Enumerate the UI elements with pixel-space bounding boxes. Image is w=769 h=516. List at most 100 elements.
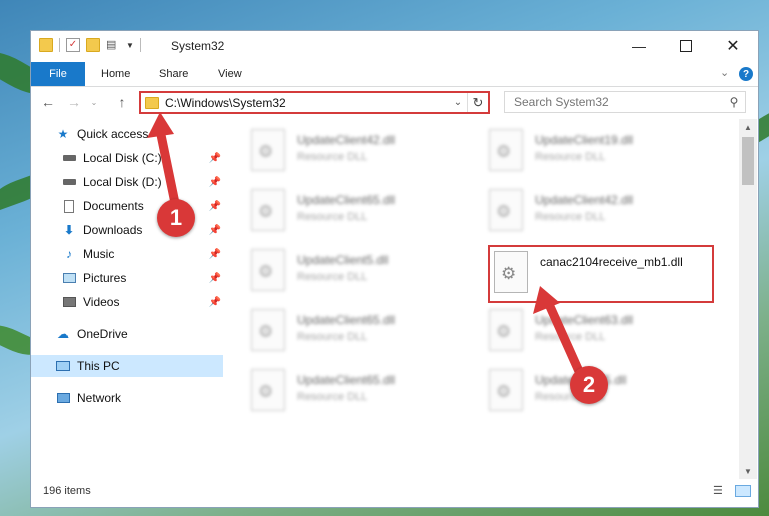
sidebar-item-music[interactable]: ♪ Music 📌 [31,243,223,265]
separator [139,38,141,52]
search-input[interactable] [512,94,723,110]
file-type: Resource DLL [297,391,368,403]
up-arrow-icon[interactable]: ↑ [113,93,131,111]
maximize-button[interactable] [663,31,709,61]
videos-icon [61,295,77,309]
recent-locations-chevron-icon[interactable]: ⌄ [85,93,103,111]
dll-file-icon [489,309,523,351]
sidebar-item-onedrive[interactable]: ☁ OneDrive [31,323,223,345]
sidebar-item-label: Pictures [83,271,127,285]
tab-file[interactable]: File [31,62,85,86]
refresh-icon[interactable]: ↻ [467,93,488,112]
title-bar: ✓ ▤ ▼ System32 — ✕ [31,31,758,62]
cloud-icon: ☁ [57,327,69,341]
download-icon: ⬇ [63,223,75,237]
back-arrow-icon[interactable]: ← [39,93,57,111]
dll-file-icon [251,249,285,291]
dll-file-icon [251,369,285,411]
file-name: UpdateClient19.dll [535,133,634,147]
sidebar-item-label: Documents [83,199,144,213]
window-title: System32 [171,39,225,53]
file-name: UpdateClient63.dll [535,313,634,327]
address-path[interactable]: C:\Windows\System32 [165,96,449,110]
sidebar-item-label: Quick access [77,127,149,141]
network-icon [55,391,71,405]
navigation-pane: ★ Quick access Local Disk (C:) 📌 Local D… [31,123,227,473]
file-name: UpdateClient65.dll [297,373,396,387]
sidebar-item-local-disk-c[interactable]: Local Disk (C:) 📌 [31,147,223,169]
file-item[interactable]: UpdateClient65.dll Resource DLL [251,369,481,415]
dll-file-icon [489,369,523,411]
scroll-up-arrow-icon[interactable]: ▲ [739,119,757,135]
sidebar-item-local-disk-d[interactable]: Local Disk (D:) 📌 [31,171,223,193]
vertical-scrollbar[interactable]: ▲ ▼ [739,119,757,479]
file-item[interactable]: UpdateClient63.dll Resource DLL [489,309,719,355]
minimize-button[interactable]: — [616,31,662,61]
file-name: UpdateClient65.dll [297,313,396,327]
file-name: UpdateClient65.dll [297,193,396,207]
sidebar-item-this-pc[interactable]: This PC [31,355,223,377]
pictures-icon [61,271,77,285]
folder-icon [39,38,53,52]
close-button[interactable]: ✕ [710,31,756,61]
callout-badge-1: 1 [157,199,195,237]
file-item[interactable]: UpdateClient5.dll Resource DLL [251,249,481,295]
sidebar-item-label: Network [77,391,122,405]
view-options-icon[interactable]: ▤ [106,38,120,52]
pin-icon: 📌 [208,200,221,212]
customize-toolbar-chevron-icon[interactable]: ▼ [126,41,134,50]
address-bar[interactable]: C:\Windows\System32 ⌄ ↻ [139,91,490,114]
help-icon[interactable]: ? [739,67,753,81]
file-item[interactable]: UpdateClient19.dll Resource DLL [489,129,719,175]
pin-icon: 📌 [208,272,221,284]
item-count: 196 items [43,485,91,497]
file-item[interactable]: UpdateClient42.dll Resource DLL [489,189,719,235]
tab-home[interactable]: Home [101,62,130,86]
file-name: UpdateClient42.dll [297,133,396,147]
file-item[interactable]: UpdateClient42.dll Resource DLL [251,129,481,175]
target-dll-file-item[interactable]: canac2104receive_mb1.dll [488,245,714,303]
pin-icon: 📌 [208,176,221,188]
ribbon-tabs: File Home Share View ⌄ ? [31,62,758,87]
pin-icon: 📌 [208,296,221,308]
sidebar-item-pictures[interactable]: Pictures 📌 [31,267,223,289]
address-dropdown-chevron-icon[interactable]: ⌄ [449,97,467,108]
file-name: UpdateClient5.dll [297,253,389,267]
tab-view[interactable]: View [218,62,242,86]
star-icon: ★ [57,127,69,141]
callout-badge-2: 2 [570,366,608,404]
sidebar-item-videos[interactable]: Videos 📌 [31,291,223,313]
dll-file-icon [489,129,523,171]
folder-icon [145,96,159,109]
expand-ribbon-chevron-icon[interactable]: ⌄ [720,66,729,79]
sidebar-item-network[interactable]: Network [31,387,223,409]
dll-file-icon [494,251,528,293]
computer-icon [55,359,71,373]
file-name: canac2104receive_mb1.dll [540,255,683,269]
file-item[interactable]: UpdateClient65.dll Resource DLL [251,309,481,355]
quick-access-toolbar: ✓ ▤ ▼ [39,38,141,52]
search-box[interactable]: ⚲ [504,91,746,113]
large-icons-view-icon[interactable] [735,485,751,497]
sidebar-item-label: Downloads [83,223,143,237]
sidebar-item-label: Local Disk (D:) [83,175,162,189]
scrollbar-thumb[interactable] [742,137,754,185]
tab-share[interactable]: Share [159,62,188,86]
forward-arrow-icon[interactable]: → [65,93,83,111]
properties-icon[interactable]: ✓ [66,38,80,52]
file-type: Resource DLL [297,331,368,343]
file-type: Resource DLL [535,151,606,163]
drive-icon [61,151,77,165]
details-view-icon[interactable]: ☰ [713,484,729,497]
explorer-window: ✓ ▤ ▼ System32 — ✕ File Home Share View … [30,30,759,508]
file-type: Resource DLL [535,331,606,343]
sidebar-item-quick-access[interactable]: ★ Quick access [31,123,223,145]
dll-file-icon [251,309,285,351]
file-type: Resource DLL [297,151,368,163]
file-type: Resource DLL [297,211,368,223]
new-folder-icon[interactable] [86,38,100,52]
search-icon[interactable]: ⚲ [723,95,745,109]
file-item[interactable]: UpdateClient65.dll Resource DLL [251,189,481,235]
separator [59,38,60,52]
music-icon: ♪ [66,247,72,261]
